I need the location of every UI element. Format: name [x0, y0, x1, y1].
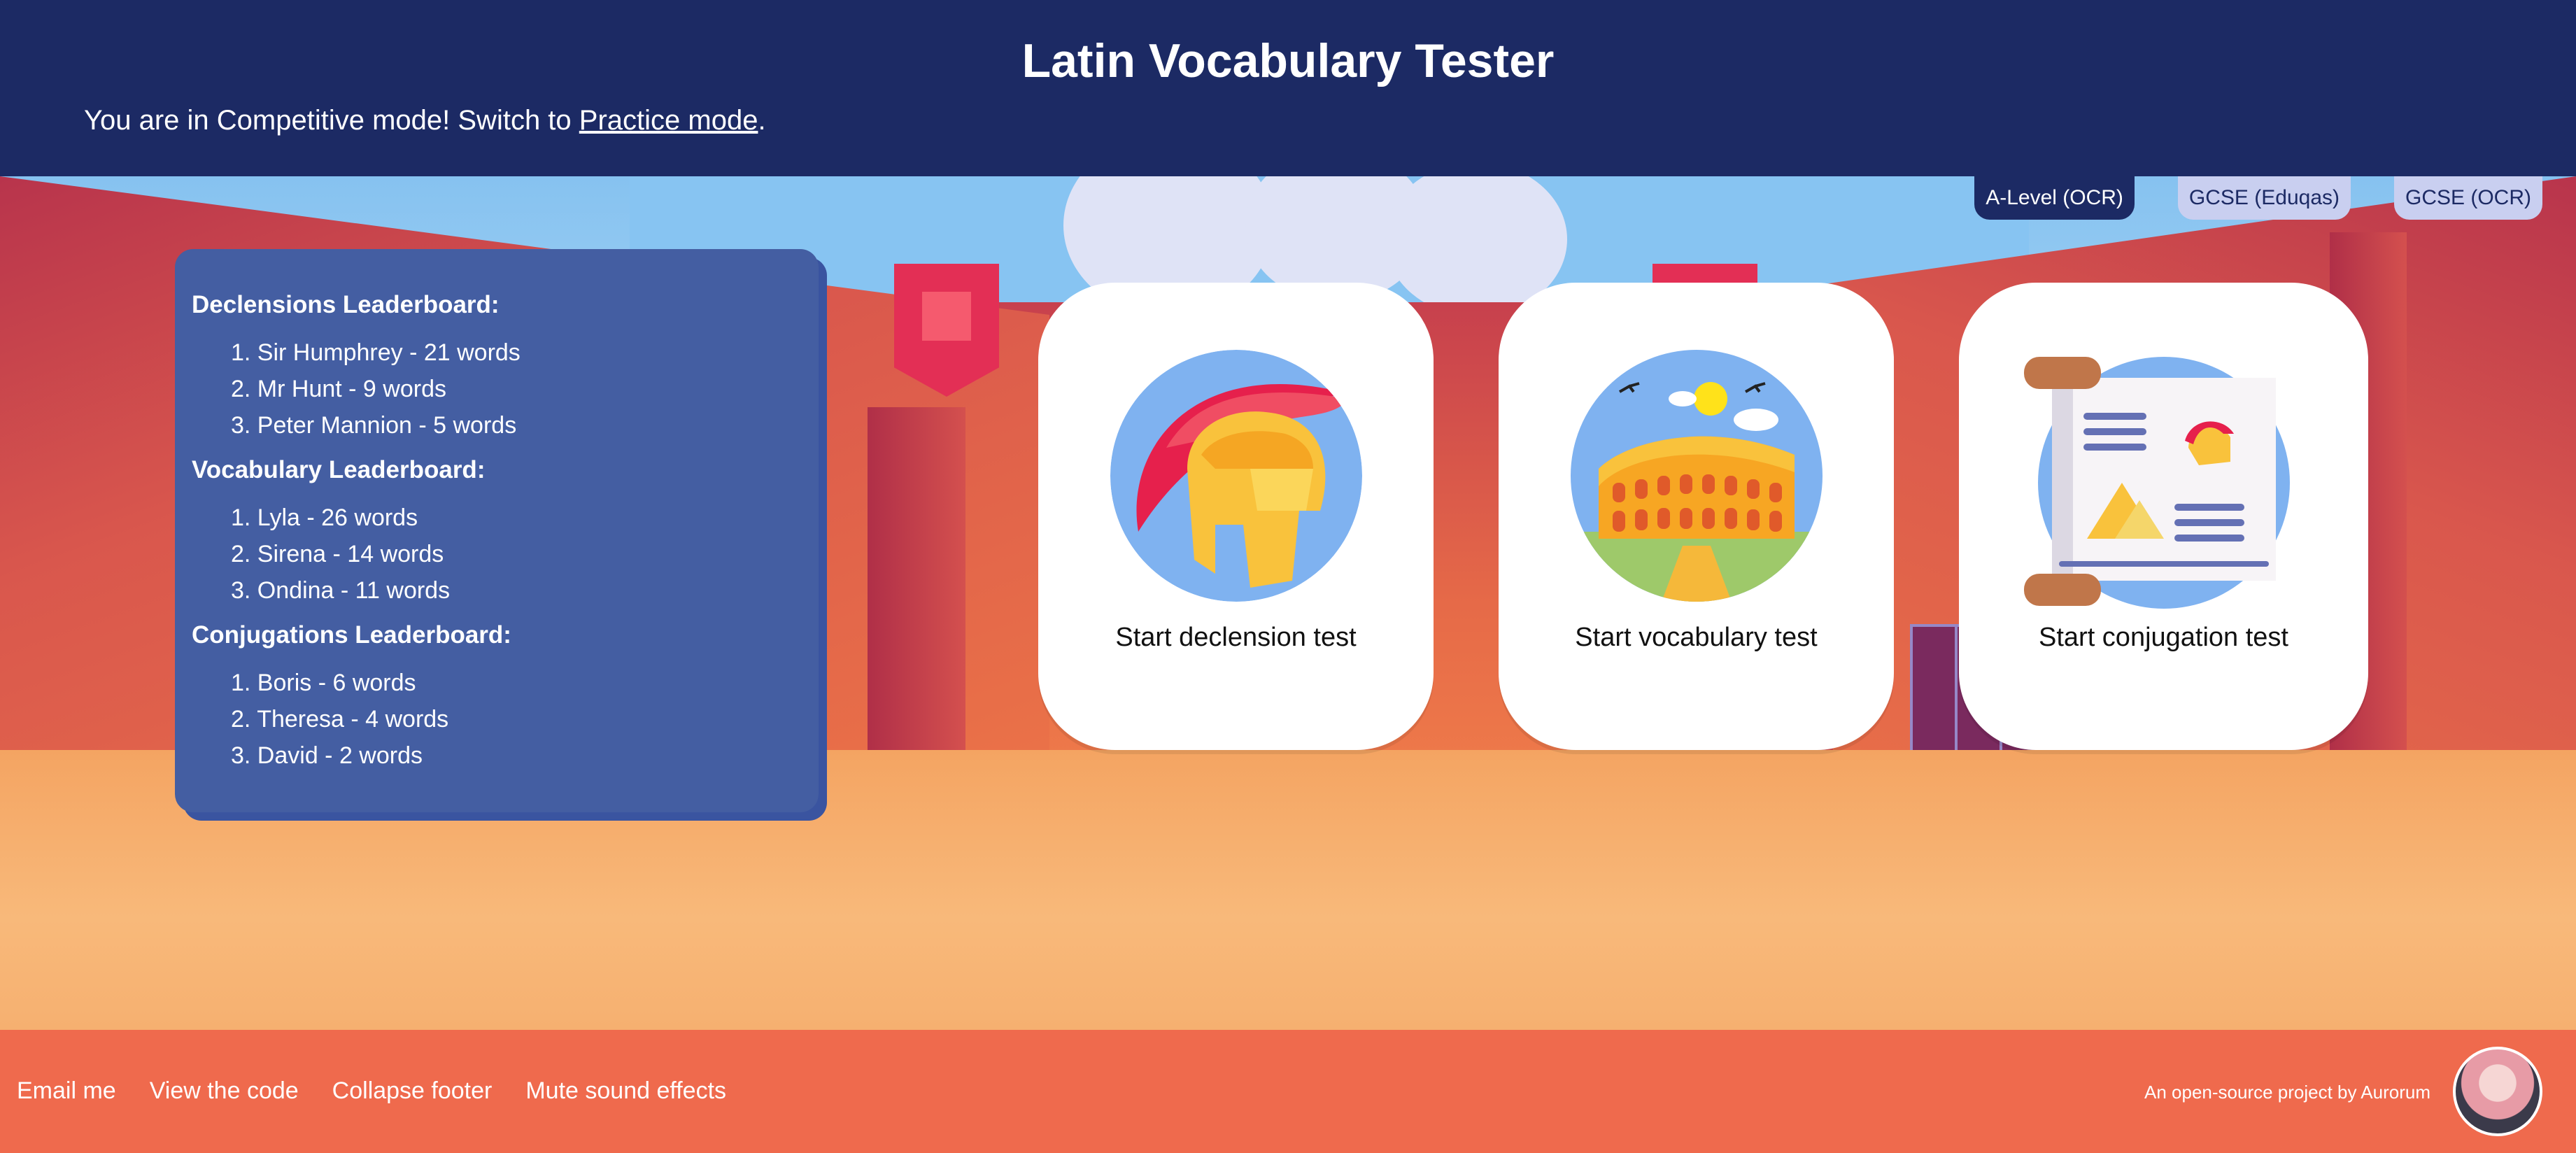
leaderboards-panel: Declensions Leaderboard: 1. Sir Humphrey…: [175, 249, 819, 812]
declension-test-label: Start declension test: [1115, 623, 1357, 652]
start-declension-test-button[interactable]: Start declension test: [1038, 283, 1434, 750]
mode-banner: You are in Competitive mode! Switch to P…: [84, 105, 766, 136]
header: Latin Vocabulary Tester You are in Compe…: [0, 0, 2576, 176]
author-avatar[interactable]: [2453, 1047, 2542, 1136]
vocabulary-test-label: Start vocabulary test: [1575, 623, 1818, 652]
view-code-link[interactable]: View the code: [150, 1077, 299, 1105]
vocabulary-leaderboard: 1. Lyla - 26 words 2. Sirena - 14 words …: [231, 500, 802, 609]
leaderboard-entry: 1. Boris - 6 words: [231, 670, 416, 696]
leaderboard-entry: 2. Theresa - 4 words: [231, 706, 449, 733]
colosseum-icon: [1570, 350, 1823, 602]
footer-links: Email me View the code Collapse footer M…: [17, 1077, 726, 1105]
scroll-icon: [2023, 350, 2290, 609]
collapse-footer-link[interactable]: Collapse footer: [332, 1077, 493, 1105]
page-title: Latin Vocabulary Tester: [1021, 34, 1555, 87]
mode-text: You are in Competitive mode! Switch to: [84, 105, 579, 136]
conjugation-test-label: Start conjugation test: [2039, 623, 2288, 652]
level-tab-gcse-eduqas[interactable]: GCSE (Eduqas): [2177, 176, 2351, 220]
leaderboard-entry: 1. Lyla - 26 words: [231, 504, 418, 531]
mode-text-suffix: .: [758, 105, 766, 136]
conjugations-leaderboard-title: Conjugations Leaderboard:: [192, 621, 511, 649]
credit-text: An open-source project by Aurorum: [2144, 1082, 2430, 1103]
declensions-leaderboard-title: Declensions Leaderboard:: [192, 291, 500, 318]
conjugations-leaderboard: 1. Boris - 6 words 2. Theresa - 4 words …: [231, 665, 802, 774]
practice-mode-link[interactable]: Practice mode: [579, 105, 758, 136]
leaderboard-entry: 2. Mr Hunt - 9 words: [231, 376, 446, 402]
leaderboard-entry: 3. Peter Mannion - 5 words: [231, 412, 517, 439]
leaderboard-entry: 2. Sirena - 14 words: [231, 541, 444, 567]
level-tab-gcse-ocr[interactable]: GCSE (OCR): [2394, 176, 2542, 220]
vocabulary-leaderboard-title: Vocabulary Leaderboard:: [192, 456, 486, 483]
leaderboard-entry: 3. Ondina - 11 words: [231, 577, 451, 604]
level-selector: A-Level (OCR) GCSE (Eduqas) GCSE (OCR): [1974, 176, 2542, 220]
declensions-leaderboard: 1. Sir Humphrey - 21 words 2. Mr Hunt - …: [231, 334, 802, 444]
leaderboard-entry: 1. Sir Humphrey - 21 words: [231, 339, 521, 366]
start-conjugation-test-button[interactable]: Start conjugation test: [1959, 283, 2368, 750]
mute-sound-effects-link[interactable]: Mute sound effects: [525, 1077, 726, 1105]
roman-helmet-icon: [1110, 350, 1362, 602]
email-me-link[interactable]: Email me: [17, 1077, 116, 1105]
start-vocabulary-test-button[interactable]: Start vocabulary test: [1499, 283, 1894, 750]
leaderboard-entry: 3. David - 2 words: [231, 742, 423, 769]
footer: Email me View the code Collapse footer M…: [0, 1030, 2576, 1153]
level-tab-a-level-ocr[interactable]: A-Level (OCR): [1974, 176, 2135, 220]
